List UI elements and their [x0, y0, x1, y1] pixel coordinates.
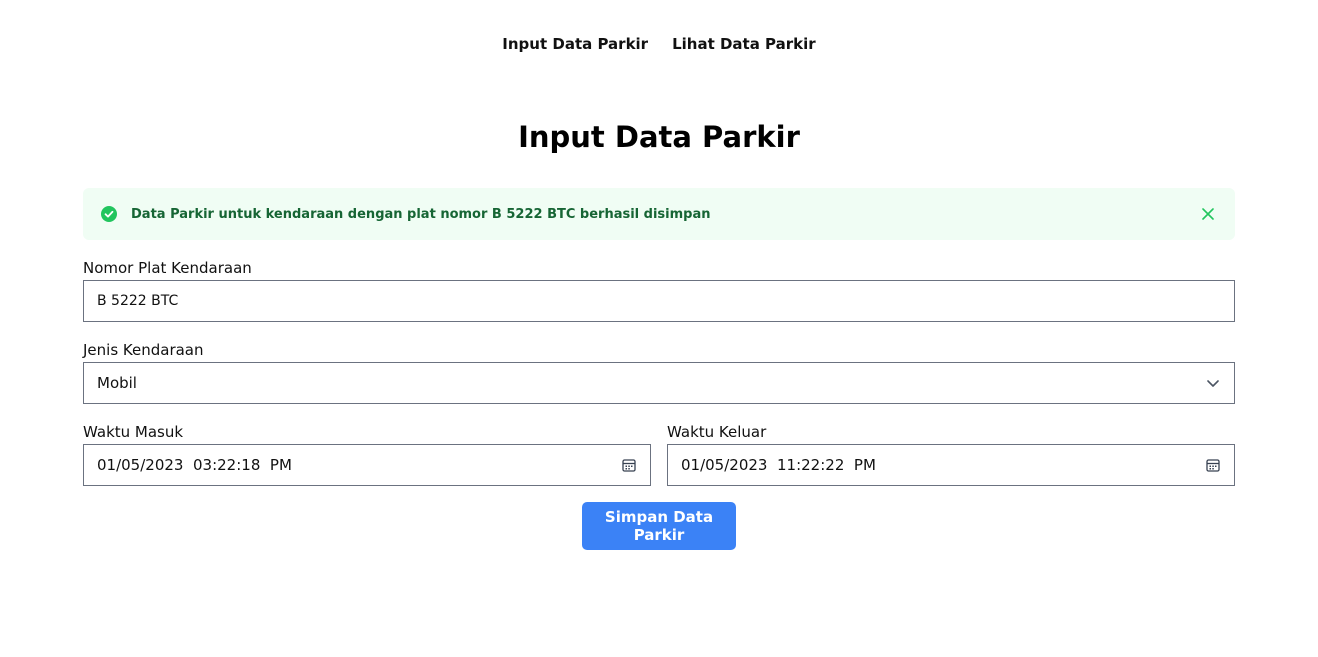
vehicle-type-value: Mobil: [97, 374, 137, 392]
time-out-input[interactable]: 01/05/2023 11:22:22 PM: [667, 444, 1235, 486]
chevron-down-icon: [1205, 375, 1221, 391]
close-icon[interactable]: [1199, 205, 1217, 223]
time-out-label: Waktu Keluar: [667, 423, 767, 441]
time-in-input[interactable]: 01/05/2023 03:22:18 PM: [83, 444, 651, 486]
plate-label: Nomor Plat Kendaraan: [83, 259, 252, 277]
plate-input-value: B 5222 BTC: [97, 293, 179, 309]
time-out-value: 01/05/2023 11:22:22 PM: [681, 456, 876, 474]
nav-input-data-parkir[interactable]: Input Data Parkir: [502, 35, 648, 53]
success-alert: Data Parkir untuk kendaraan dengan plat …: [83, 188, 1235, 240]
calendar-icon[interactable]: [1205, 457, 1221, 473]
check-circle-icon: [101, 206, 117, 222]
nav-lihat-data-parkir[interactable]: Lihat Data Parkir: [672, 35, 816, 53]
alert-message: Data Parkir untuk kendaraan dengan plat …: [131, 206, 711, 222]
time-in-value: 01/05/2023 03:22:18 PM: [97, 456, 292, 474]
vehicle-type-select[interactable]: Mobil: [83, 362, 1235, 404]
save-button[interactable]: Simpan Data Parkir: [582, 502, 736, 550]
vehicle-type-label: Jenis Kendaraan: [83, 341, 204, 359]
top-nav: Input Data Parkir Lihat Data Parkir: [0, 35, 1318, 53]
page-title: Input Data Parkir: [518, 120, 800, 154]
time-in-label: Waktu Masuk: [83, 423, 184, 441]
calendar-icon[interactable]: [621, 457, 637, 473]
plate-input[interactable]: B 5222 BTC: [83, 280, 1235, 322]
